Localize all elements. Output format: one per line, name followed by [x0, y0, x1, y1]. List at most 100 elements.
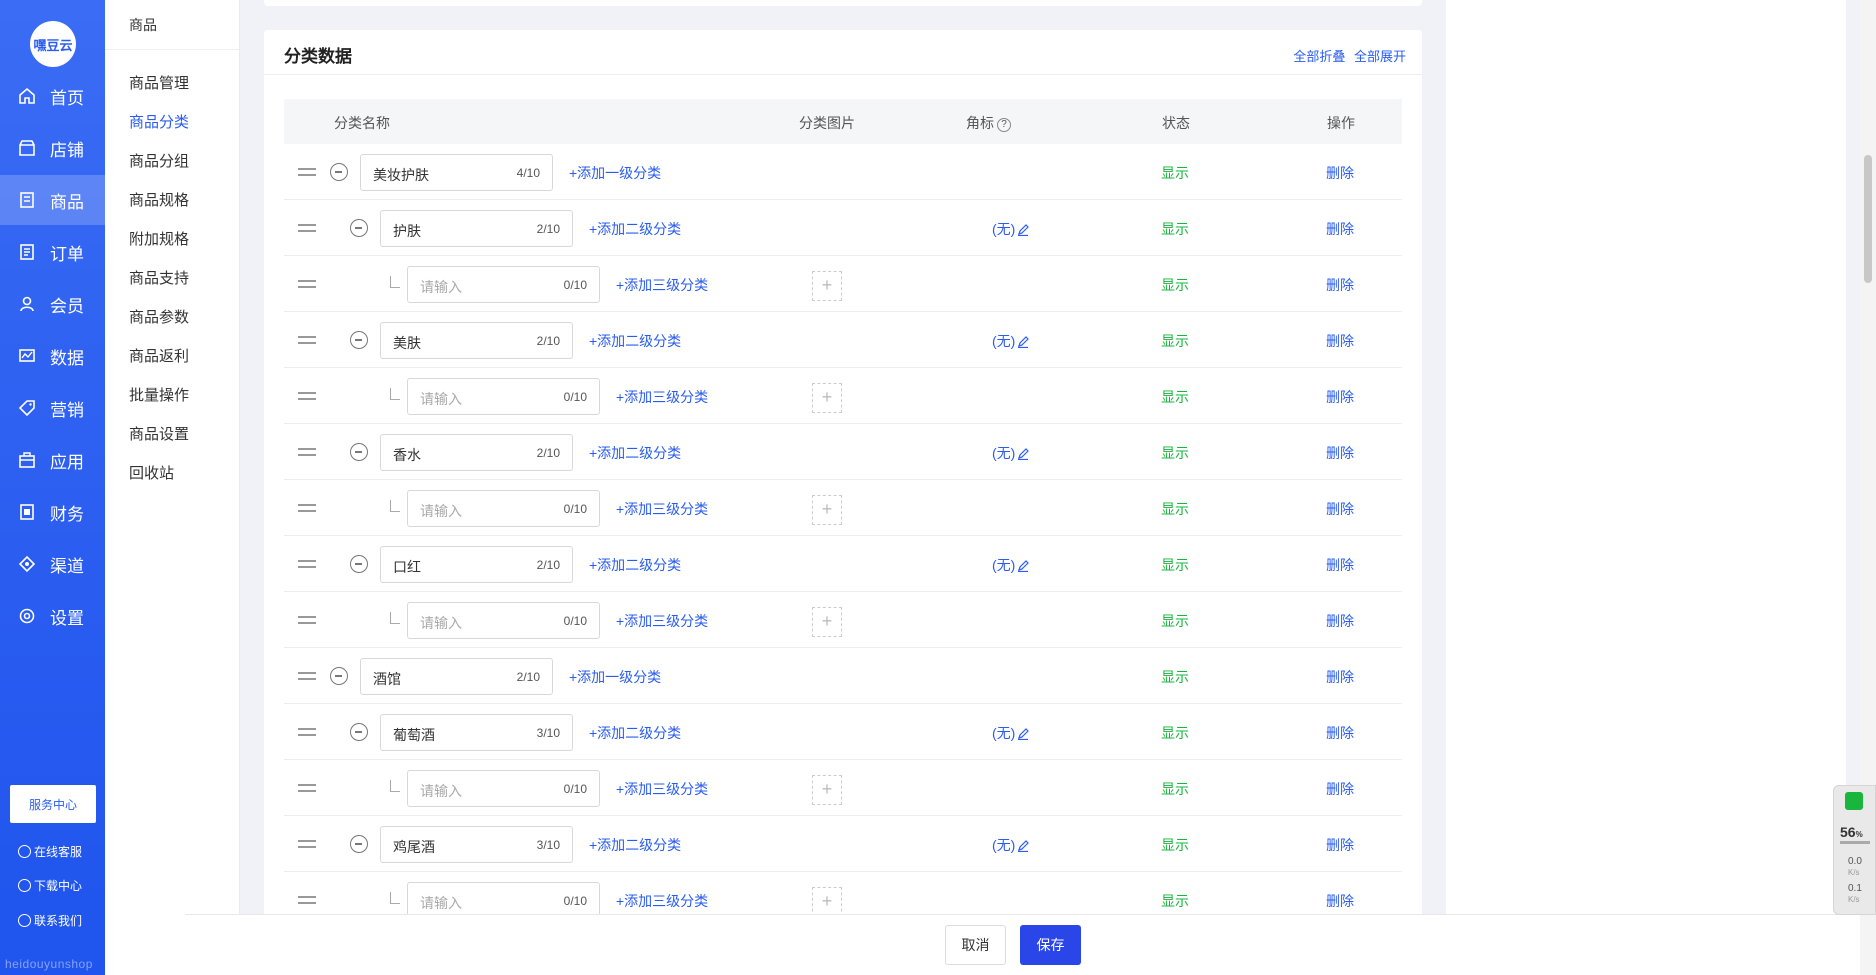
- service-center-button[interactable]: 服务中心: [10, 785, 96, 823]
- contact-us-link[interactable]: 联系我们: [18, 912, 82, 929]
- status-toggle[interactable]: 显示: [1161, 555, 1189, 575]
- delete-button[interactable]: 删除: [1326, 611, 1354, 631]
- subnav-item[interactable]: 附加规格: [129, 228, 189, 249]
- badge-setting[interactable]: (无): [992, 723, 1030, 743]
- online-service-link[interactable]: 在线客服: [18, 843, 82, 860]
- status-toggle[interactable]: 显示: [1161, 891, 1189, 911]
- category-name-input[interactable]: 葡萄酒 3/10: [380, 714, 573, 751]
- drag-handle-icon[interactable]: [298, 728, 316, 736]
- collapse-icon[interactable]: [330, 163, 348, 181]
- add-category-link[interactable]: +添加三级分类: [616, 499, 708, 519]
- drag-handle-icon[interactable]: [298, 504, 316, 512]
- nav-item-channel[interactable]: 渠道: [0, 539, 105, 589]
- upload-image-plus-icon[interactable]: +: [812, 383, 842, 413]
- category-name-input[interactable]: 请输入 0/10: [407, 378, 600, 415]
- category-name-input[interactable]: 请输入 0/10: [407, 770, 600, 807]
- nav-item-data[interactable]: 数据: [0, 331, 105, 381]
- nav-item-home[interactable]: 首页: [0, 71, 105, 121]
- delete-button[interactable]: 删除: [1326, 219, 1354, 239]
- add-category-link[interactable]: +添加三级分类: [616, 611, 708, 631]
- upload-image-plus-icon[interactable]: +: [812, 887, 842, 917]
- cancel-button[interactable]: 取消: [945, 925, 1006, 965]
- status-toggle[interactable]: 显示: [1161, 667, 1189, 687]
- subnav-item[interactable]: 回收站: [129, 462, 174, 483]
- nav-item-store[interactable]: 店铺: [0, 123, 105, 173]
- status-toggle[interactable]: 显示: [1161, 779, 1189, 799]
- collapse-icon[interactable]: [330, 667, 348, 685]
- category-name-input[interactable]: 请输入 0/10: [407, 602, 600, 639]
- drag-handle-icon[interactable]: [298, 224, 316, 232]
- drag-handle-icon[interactable]: [298, 616, 316, 624]
- network-monitor-widget[interactable]: 56% 0.0 K/s 0.1 K/s: [1833, 785, 1876, 915]
- status-toggle[interactable]: 显示: [1161, 443, 1189, 463]
- drag-handle-icon[interactable]: [298, 840, 316, 848]
- drag-handle-icon[interactable]: [298, 280, 316, 288]
- collapse-icon[interactable]: [350, 555, 368, 573]
- delete-button[interactable]: 删除: [1326, 443, 1354, 463]
- upload-image-plus-icon[interactable]: +: [812, 607, 842, 637]
- drag-handle-icon[interactable]: [298, 672, 316, 680]
- add-category-link[interactable]: +添加三级分类: [616, 275, 708, 295]
- nav-item-goods[interactable]: 商品: [0, 175, 105, 225]
- add-category-link[interactable]: +添加三级分类: [616, 891, 708, 911]
- category-name-input[interactable]: 请输入 0/10: [407, 266, 600, 303]
- delete-button[interactable]: 删除: [1326, 163, 1354, 183]
- collapse-icon[interactable]: [350, 723, 368, 741]
- add-category-link[interactable]: +添加一级分类: [569, 667, 661, 687]
- scroll-thumb[interactable]: [1864, 155, 1872, 283]
- nav-item-app[interactable]: 应用: [0, 435, 105, 485]
- expand-all-link[interactable]: 全部展开: [1354, 49, 1406, 64]
- drag-handle-icon[interactable]: [298, 168, 316, 176]
- nav-item-order[interactable]: 订单: [0, 227, 105, 277]
- category-name-input[interactable]: 酒馆 2/10: [360, 658, 553, 695]
- category-name-input[interactable]: 香水 2/10: [380, 434, 573, 471]
- nav-item-finance[interactable]: 财务: [0, 487, 105, 537]
- category-name-input[interactable]: 美肤 2/10: [380, 322, 573, 359]
- status-toggle[interactable]: 显示: [1161, 387, 1189, 407]
- subnav-item[interactable]: 商品支持: [129, 267, 189, 288]
- category-name-input[interactable]: 口红 2/10: [380, 546, 573, 583]
- category-name-input[interactable]: 美妆护肤 4/10: [360, 154, 553, 191]
- add-category-link[interactable]: +添加三级分类: [616, 387, 708, 407]
- add-category-link[interactable]: +添加二级分类: [589, 443, 681, 463]
- nav-item-member[interactable]: 会员: [0, 279, 105, 329]
- category-name-input[interactable]: 鸡尾酒 3/10: [380, 826, 573, 863]
- nav-item-tag[interactable]: 营销: [0, 383, 105, 433]
- add-category-link[interactable]: +添加二级分类: [589, 723, 681, 743]
- add-category-link[interactable]: +添加一级分类: [569, 163, 661, 183]
- status-toggle[interactable]: 显示: [1161, 163, 1189, 183]
- collapse-all-link[interactable]: 全部折叠: [1293, 49, 1345, 64]
- drag-handle-icon[interactable]: [298, 336, 316, 344]
- subnav-item[interactable]: 批量操作: [129, 384, 189, 405]
- subnav-item[interactable]: 商品返利: [129, 345, 189, 366]
- status-toggle[interactable]: 显示: [1161, 835, 1189, 855]
- status-toggle[interactable]: 显示: [1161, 275, 1189, 295]
- add-category-link[interactable]: +添加二级分类: [589, 331, 681, 351]
- status-toggle[interactable]: 显示: [1161, 499, 1189, 519]
- badge-setting[interactable]: (无): [992, 443, 1030, 463]
- upload-image-plus-icon[interactable]: +: [812, 495, 842, 525]
- drag-handle-icon[interactable]: [298, 896, 316, 904]
- delete-button[interactable]: 删除: [1326, 275, 1354, 295]
- badge-setting[interactable]: (无): [992, 835, 1030, 855]
- subnav-item[interactable]: 商品管理: [129, 72, 189, 93]
- delete-button[interactable]: 删除: [1326, 387, 1354, 407]
- help-icon[interactable]: ?: [997, 118, 1011, 132]
- status-toggle[interactable]: 显示: [1161, 331, 1189, 351]
- drag-handle-icon[interactable]: [298, 448, 316, 456]
- subnav-item[interactable]: 商品设置: [129, 423, 189, 444]
- status-toggle[interactable]: 显示: [1161, 723, 1189, 743]
- add-category-link[interactable]: +添加二级分类: [589, 219, 681, 239]
- add-category-link[interactable]: +添加二级分类: [589, 835, 681, 855]
- badge-setting[interactable]: (无): [992, 555, 1030, 575]
- drag-handle-icon[interactable]: [298, 392, 316, 400]
- subnav-item[interactable]: 商品参数: [129, 306, 189, 327]
- status-toggle[interactable]: 显示: [1161, 611, 1189, 631]
- delete-button[interactable]: 删除: [1326, 723, 1354, 743]
- delete-button[interactable]: 删除: [1326, 499, 1354, 519]
- subnav-item[interactable]: 商品规格: [129, 189, 189, 210]
- delete-button[interactable]: 删除: [1326, 779, 1354, 799]
- category-name-input[interactable]: 护肤 2/10: [380, 210, 573, 247]
- delete-button[interactable]: 删除: [1326, 667, 1354, 687]
- upload-image-plus-icon[interactable]: +: [812, 775, 842, 805]
